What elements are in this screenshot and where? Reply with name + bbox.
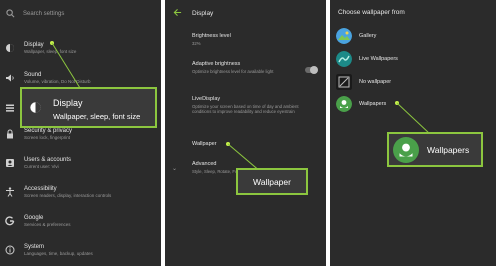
callout-label: Wallpapers: [427, 145, 470, 155]
wallpapers-icon: [393, 137, 419, 163]
wallpaper-callout: Wallpaper: [236, 168, 308, 195]
wallpapers-callout: Wallpapers: [387, 132, 483, 167]
display-callout: Display Wallpaper, sleep, font size: [20, 87, 157, 128]
callout-title: Display: [53, 98, 83, 108]
callout-connector: [227, 143, 262, 173]
callout-connector: [51, 42, 81, 89]
wallpaper-chooser-panel: Choose wallpaper from Gallery Live Wallp…: [330, 0, 496, 266]
display-panel: Display Brightness level 32% Adaptive br…: [165, 0, 326, 266]
callout-subtitle: Wallpaper, sleep, font size: [53, 112, 141, 121]
callout-label: Wallpaper: [253, 177, 291, 187]
settings-panel: Search settings Display Wallpaper, sleep…: [0, 0, 161, 266]
brightness-icon: [30, 102, 41, 113]
